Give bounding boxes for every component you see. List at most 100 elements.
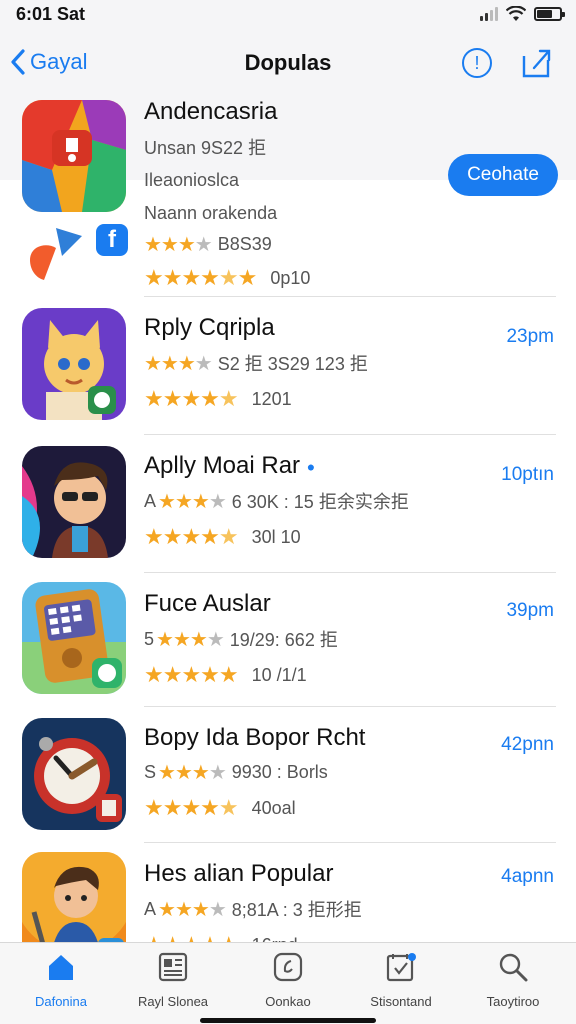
- list-item[interactable]: Hes alian Popular A ★★★★ 8;81A : 3 拒形拒 ★…: [0, 852, 576, 942]
- status-time: 6:01 Sat: [16, 4, 86, 24]
- rating-stars: ★★★★★: [144, 932, 239, 942]
- calendar-icon: [386, 953, 416, 982]
- featured-line-3: Naann orakenda: [144, 203, 278, 223]
- nav-bar: Gayal Dopulas !: [0, 32, 576, 98]
- wifi-icon: [506, 6, 526, 21]
- calculator-app-icon: [22, 582, 126, 694]
- app-rating-row: ★★★★★ 30l 10: [144, 524, 409, 550]
- featured-rating-text: B8S39: [217, 234, 272, 254]
- app-rating-text: 40oal: [251, 797, 296, 818]
- info-icon[interactable]: !: [462, 48, 492, 78]
- meta-stars: ★★★★: [158, 762, 227, 784]
- app-meta: ★★★★ S2 拒 3S29 123 拒: [144, 350, 368, 376]
- app-name-text: Aplly Moai Rar: [144, 452, 301, 479]
- status-indicators: [480, 6, 565, 22]
- meta-prefix: S: [144, 762, 157, 782]
- rating-stars: ★★★★★: [144, 524, 239, 549]
- home-icon: [49, 955, 73, 980]
- list-icon: [158, 952, 188, 982]
- app-rating-text: 16rnd: [252, 935, 298, 943]
- tab-apps[interactable]: Oonkao: [233, 951, 343, 1009]
- app-meta: A ★★★★ 8;81A : 3 拒形拒: [144, 896, 362, 922]
- battery-icon: [534, 7, 565, 21]
- tab-label: Dafonina: [34, 994, 88, 1009]
- app-time: 42pnn: [501, 734, 554, 755]
- app-rating-row: ★★★★★ 10 /1/1: [144, 662, 338, 688]
- divider: [144, 842, 556, 843]
- rating-stars: ★★★★★: [144, 662, 239, 687]
- featured-app-name: Andencasria: [144, 98, 278, 125]
- cat-app-icon: [22, 308, 126, 420]
- tab-today[interactable]: Dafonina: [6, 951, 116, 1009]
- small-brand-logo: [30, 228, 82, 280]
- list-item[interactable]: Aplly Moai Rar ● A ★★★★ 6 30K : 15 拒余实余拒…: [0, 444, 576, 582]
- divider: [144, 434, 556, 435]
- tab-list[interactable]: Rayl Slonea: [118, 951, 228, 1009]
- meta-stars: ★★★★: [144, 352, 213, 375]
- featured-app-icon: [22, 100, 126, 212]
- meta-stars: ★★★★: [158, 898, 227, 921]
- app-meta-text: S2 拒 3S29 123 拒: [217, 354, 368, 374]
- rating-stars: ★★★★: [144, 234, 213, 256]
- rating-stars: ★★★★★: [144, 386, 239, 411]
- divider: [144, 706, 556, 707]
- meta-stars: ★★★★: [158, 490, 227, 513]
- featured-review-row: ★★★★★★ 0p10: [144, 265, 310, 291]
- list-item[interactable]: Bopy Ida Bopor Rcht S ★★★★ 9930 : Borls …: [0, 716, 576, 854]
- app-rating-row: ★★★★★ 16rnd: [144, 932, 362, 942]
- meta-prefix: A: [144, 898, 157, 919]
- tab-calendar[interactable]: Stisontand: [346, 951, 456, 1009]
- app-meta-text: 6 30K : 15 拒余实余拒: [231, 492, 409, 512]
- app-meta-text: 8;81A : 3 拒形拒: [231, 900, 362, 920]
- app-rating-row: ★★★★★ 40oal: [144, 795, 365, 821]
- list-item[interactable]: Rply Cqripla ★★★★ S2 拒 3S29 123 拒 ★★★★★ …: [0, 306, 576, 444]
- review-stars: ★★★★★★: [144, 265, 257, 290]
- app-time: 4apnn: [501, 866, 554, 887]
- featured-review-text: 0p10: [270, 267, 311, 288]
- app-name: Aplly Moai Rar ●: [144, 452, 409, 480]
- get-button[interactable]: Ceohate: [448, 154, 558, 196]
- app-name: Hes alian Popular: [144, 860, 334, 887]
- tab-label: Stisontand: [370, 994, 432, 1009]
- app-name: Fuce Auslar: [144, 590, 271, 617]
- app-time: 23pm: [506, 326, 554, 347]
- tab-label: Taoytiroo: [486, 994, 540, 1009]
- rating-stars: ★★★★★: [144, 795, 239, 820]
- clock-app-icon: [22, 718, 126, 830]
- app-time: 10ptın: [501, 464, 554, 485]
- meta-prefix: A: [144, 490, 157, 511]
- tab-bar: Dafonina Rayl Slonea Oonkao Stisontand T…: [0, 942, 576, 1024]
- app-rating-text: 10 /1/1: [251, 664, 307, 685]
- tab-label: Rayl Slonea: [137, 994, 209, 1009]
- divider: [144, 572, 556, 573]
- app-meta: S ★★★★ 9930 : Borls: [144, 760, 365, 785]
- app-icon: [273, 952, 303, 982]
- app-name: Rply Cqripla: [144, 314, 275, 341]
- featured-line-1: Unsan 9S22 拒: [144, 138, 267, 158]
- app-name: Bopy Ida Bopor Rcht: [144, 724, 366, 751]
- list-item[interactable]: Fuce Auslar 5 ★★★★ 19/29: 662 拒 ★★★★★ 10…: [0, 582, 576, 720]
- app-rating-row: ★★★★★ 1201: [144, 386, 368, 412]
- app-rating-text: 30l 10: [251, 526, 301, 547]
- app-meta-text: 19/29: 662 拒: [229, 630, 338, 650]
- tab-search[interactable]: Taoytiroo: [458, 951, 568, 1009]
- app-rating-text: 1201: [251, 388, 292, 409]
- signal-icon: [480, 7, 498, 21]
- meta-stars: ★★★★: [156, 628, 225, 651]
- featured-line-2: Ileaonioslca: [144, 170, 240, 190]
- home-indicator: [200, 1018, 376, 1023]
- app-meta: 5 ★★★★ 19/29: 662 拒: [144, 626, 338, 652]
- status-bar: 6:01 Sat: [0, 0, 576, 32]
- share-icon[interactable]: [520, 46, 554, 80]
- unread-dot-icon: ●: [306, 458, 316, 475]
- app-time: 39pm: [506, 600, 554, 621]
- search-icon: [499, 953, 528, 982]
- character-app-icon: [22, 446, 126, 558]
- app-meta-text: 9930 : Borls: [231, 762, 328, 782]
- hero-app-icon: [22, 852, 126, 942]
- facebook-icon: f: [96, 224, 128, 256]
- divider: [144, 296, 556, 297]
- app-meta: A ★★★★ 6 30K : 15 拒余实余拒: [144, 488, 409, 514]
- featured-app[interactable]: f Andencasria Unsan 9S22 拒 Ileaonioslca …: [0, 98, 576, 298]
- featured-rating-row: ★★★★ B8S39: [144, 232, 310, 257]
